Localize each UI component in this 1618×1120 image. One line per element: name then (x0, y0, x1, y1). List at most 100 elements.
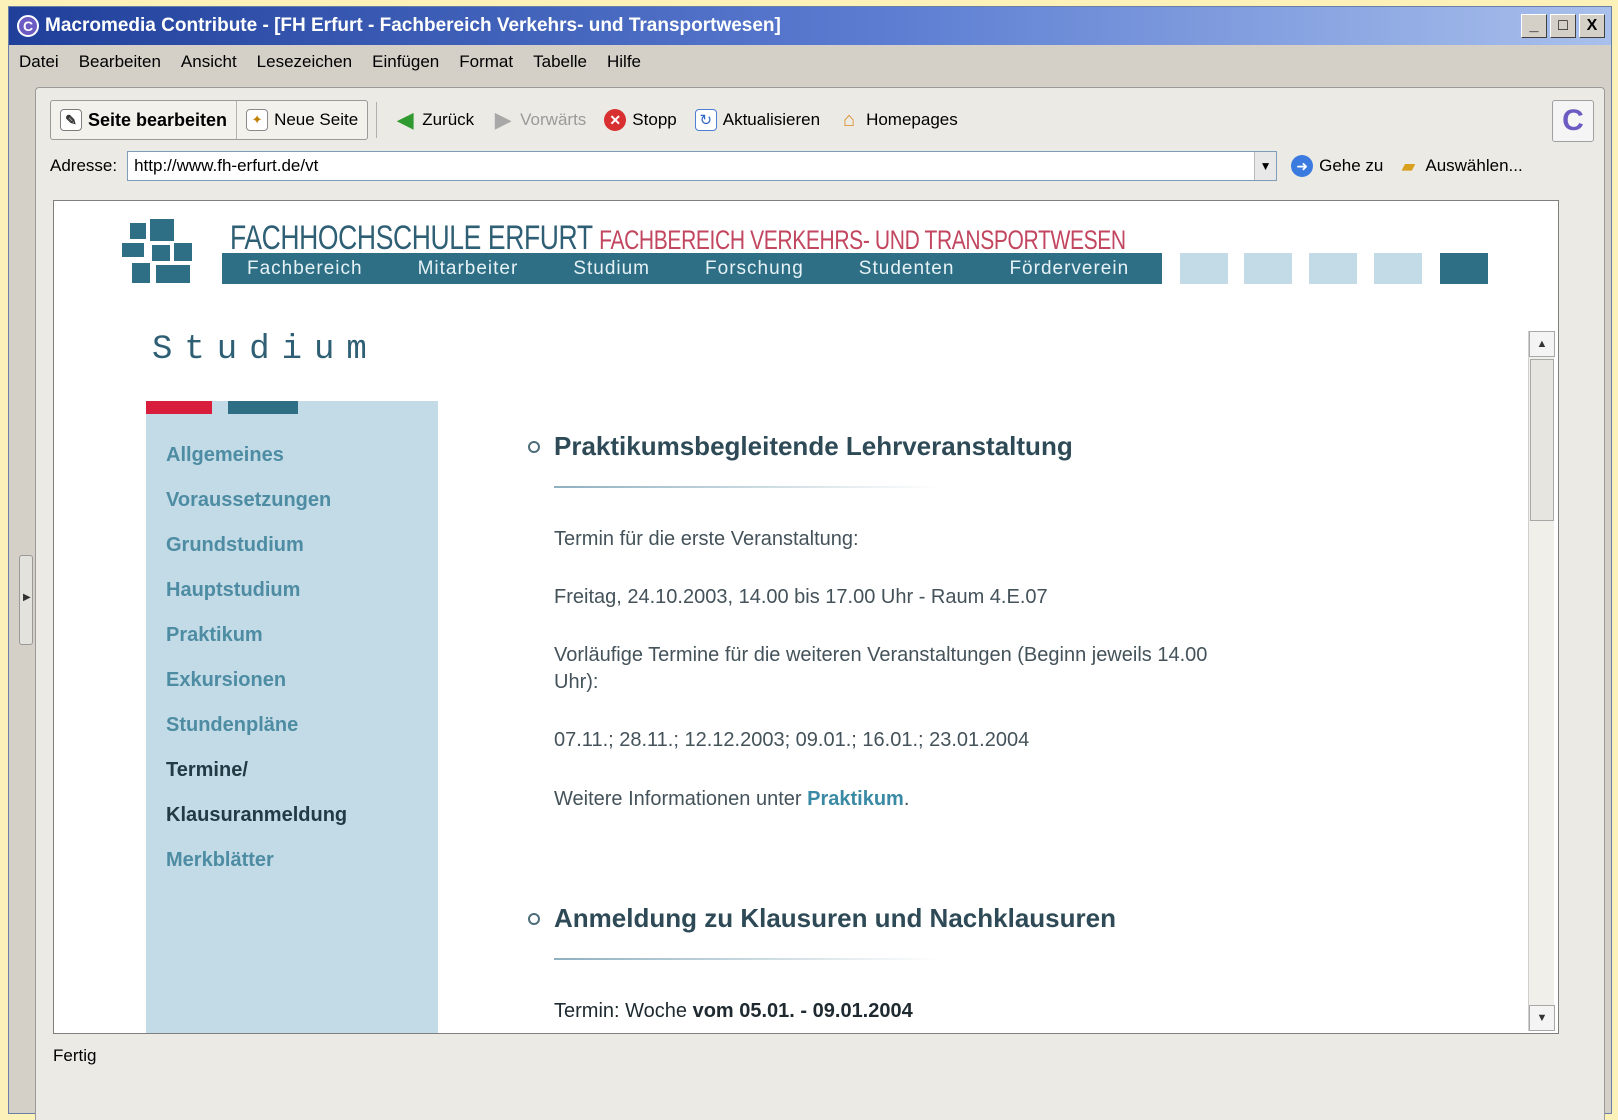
sidebar-item-merkblaetter[interactable]: Merkblätter (166, 840, 347, 885)
window-controls: _ □ X (1521, 14, 1605, 38)
panel-toggle-handle[interactable]: ▶ (19, 555, 33, 645)
title-bar: C Macromedia Contribute - [FH Erfurt - F… (9, 7, 1611, 45)
status-text: Fertig (53, 1046, 97, 1065)
homepages-button[interactable]: ⌂ Homepages (829, 100, 967, 140)
address-bar: Adresse: http://www.fh-erfurt.de/vt ▼ ➜ … (50, 150, 1600, 182)
go-label: Gehe zu (1319, 156, 1384, 175)
edit-button-group: ✎ Seite bearbeiten ✦ Neue Seite (50, 100, 369, 140)
sidebar-item-grundstudium[interactable]: Grundstudium (166, 525, 347, 570)
forward-button[interactable]: ▶ Vorwärts (483, 100, 595, 140)
home-icon: ⌂ (843, 108, 856, 131)
address-value: http://www.fh-erfurt.de/vt (134, 156, 319, 175)
nav-fachbereich[interactable]: Fachbereich (222, 258, 363, 280)
nav-square-dark (1440, 253, 1488, 284)
section-title-text: Praktikumsbegleitende Lehrveranstaltung (554, 431, 1073, 461)
back-button[interactable]: ◀ Zurück (385, 100, 483, 140)
menu-bearbeiten[interactable]: Bearbeiten (69, 52, 171, 72)
sidebar-item-exkursionen[interactable]: Exkursionen (166, 660, 347, 705)
paragraph-text: Weitere Informationen unter (554, 788, 802, 810)
sidebar-item-praktikum[interactable]: Praktikum (166, 615, 347, 660)
menu-tabelle[interactable]: Tabelle (523, 52, 597, 72)
application-window: C Macromedia Contribute - [FH Erfurt - F… (8, 6, 1612, 1120)
nav-mitarbeiter[interactable]: Mitarbeiter (393, 258, 519, 280)
paragraph: Vorläufige Termine für die weiteren Vera… (554, 644, 1208, 693)
maximize-button[interactable]: □ (1550, 14, 1576, 38)
refresh-icon: ↻ (694, 109, 717, 131)
nav-square (1309, 253, 1357, 284)
section-title: Anmeldung zu Klausuren und Nachklausuren (528, 903, 1248, 934)
homepages-label: Homepages (866, 110, 958, 129)
sidebar-item-allgemeines[interactable]: Allgemeines (166, 435, 347, 480)
sidebar-item-klausuranmeldung[interactable]: Klausuranmeldung (166, 795, 347, 840)
back-label: Zurück (422, 110, 475, 129)
new-page-button[interactable]: ✦ Neue Seite (237, 101, 367, 139)
scroll-up-icon[interactable]: ▲ (1529, 331, 1555, 357)
scrollbar-thumb[interactable] (1530, 359, 1554, 521)
address-label: Adresse: (50, 156, 118, 175)
edit-page-label: Seite bearbeiten (88, 109, 228, 130)
panel-toggle-arrow-icon: ▶ (23, 592, 31, 603)
circle-bullet-icon (528, 441, 540, 453)
address-dropdown-icon[interactable]: ▼ (1254, 152, 1277, 180)
paragraph-bold-text: vom 05.01. - 09.01.2004 (692, 1000, 913, 1022)
nav-studenten[interactable]: Studenten (834, 258, 955, 280)
edit-page-button[interactable]: ✎ Seite bearbeiten (51, 101, 238, 139)
stop-icon: ✕ (604, 109, 627, 131)
go-arrow-icon: ➜ (1291, 155, 1314, 177)
new-page-label: Neue Seite (274, 110, 359, 129)
paragraph: Freitag, 24.10.2003, 14.00 bis 17.00 Uhr… (554, 586, 1048, 608)
fh-erfurt-logo (122, 219, 192, 283)
menu-hilfe[interactable]: Hilfe (597, 52, 651, 72)
stop-label: Stopp (632, 110, 677, 129)
choose-label: Auswählen... (1425, 156, 1523, 175)
section-title: Praktikumsbegleitende Lehrveranstaltung (528, 431, 1248, 462)
sidebar-item-hauptstudium[interactable]: Hauptstudium (166, 570, 347, 615)
contribute-logo-icon: C (1552, 100, 1594, 142)
top-navigation: Fachbereich Mitarbeiter Studium Forschun… (222, 253, 1162, 284)
paragraph: 07.11.; 28.11.; 12.12.2003; 09.01.; 16.0… (554, 729, 1030, 751)
new-page-icon: ✦ (246, 109, 269, 131)
praktikum-link[interactable]: Praktikum (807, 788, 904, 810)
minimize-button[interactable]: _ (1521, 14, 1547, 38)
refresh-label: Aktualisieren (722, 110, 821, 129)
menu-datei[interactable]: Datei (9, 52, 69, 72)
paragraph: Termin für die erste Veranstaltung: (554, 528, 859, 550)
nav-square (1180, 253, 1228, 284)
menu-einfuegen[interactable]: Einfügen (362, 52, 449, 72)
folder-icon: ▰ (1401, 155, 1416, 176)
section-divider (554, 486, 940, 488)
nav-foerderverein[interactable]: Förderverein (984, 258, 1129, 280)
menu-ansicht[interactable]: Ansicht (171, 52, 247, 72)
scroll-down-icon[interactable]: ▼ (1529, 1005, 1555, 1031)
sidebar-accent-red (146, 401, 212, 414)
sidebar-item-termine[interactable]: Termine/ (166, 750, 347, 795)
sidebar-menu: Allgemeines Voraussetzungen Grundstudium… (166, 435, 347, 885)
department-name: FACHBEREICH VERKEHRS- UND TRANSPORTWESEN (599, 225, 1126, 255)
forward-arrow-icon: ▶ (494, 107, 512, 132)
forward-label: Vorwärts (520, 110, 587, 129)
page-heading: Studium (152, 331, 379, 369)
back-arrow-icon: ◀ (396, 107, 414, 132)
nav-studium[interactable]: Studium (548, 258, 650, 280)
refresh-button[interactable]: ↻ Aktualisieren (686, 100, 829, 140)
main-content: Praktikumsbegleitende Lehrveranstaltung … (528, 431, 1248, 1025)
go-button[interactable]: ➜ Gehe zu (1291, 155, 1383, 177)
stop-button[interactable]: ✕ Stopp (595, 100, 685, 140)
nav-forschung[interactable]: Forschung (680, 258, 804, 280)
vertical-scrollbar[interactable]: ▲ ▼ (1528, 331, 1555, 1031)
contribute-app-icon: C (17, 15, 39, 37)
sidebar-item-stundenplaene[interactable]: Stundenpläne (166, 705, 347, 750)
sidebar-item-voraussetzungen[interactable]: Voraussetzungen (166, 480, 347, 525)
paragraph: Weitere Informationen unter Praktikum. (554, 786, 1248, 813)
menu-bar: Datei Bearbeiten Ansicht Lesezeichen Ein… (9, 47, 1611, 77)
menu-lesezeichen[interactable]: Lesezeichen (247, 52, 362, 72)
section-title-text: Anmeldung zu Klausuren und Nachklausuren (554, 903, 1116, 933)
menu-format[interactable]: Format (449, 52, 523, 72)
paragraph: Termin: Woche vom 05.01. - 09.01.2004 (554, 998, 1248, 1025)
address-input[interactable]: http://www.fh-erfurt.de/vt ▼ (127, 151, 1278, 181)
school-name: FACHHOCHSCHULE ERFURT (230, 219, 593, 257)
choose-button[interactable]: ▰ Auswählen... (1397, 155, 1522, 177)
toolbar: ✎ Seite bearbeiten ✦ Neue Seite ◀ Zurück… (50, 100, 1600, 142)
sidebar-accent-blue (228, 401, 298, 414)
close-button[interactable]: X (1579, 14, 1605, 38)
